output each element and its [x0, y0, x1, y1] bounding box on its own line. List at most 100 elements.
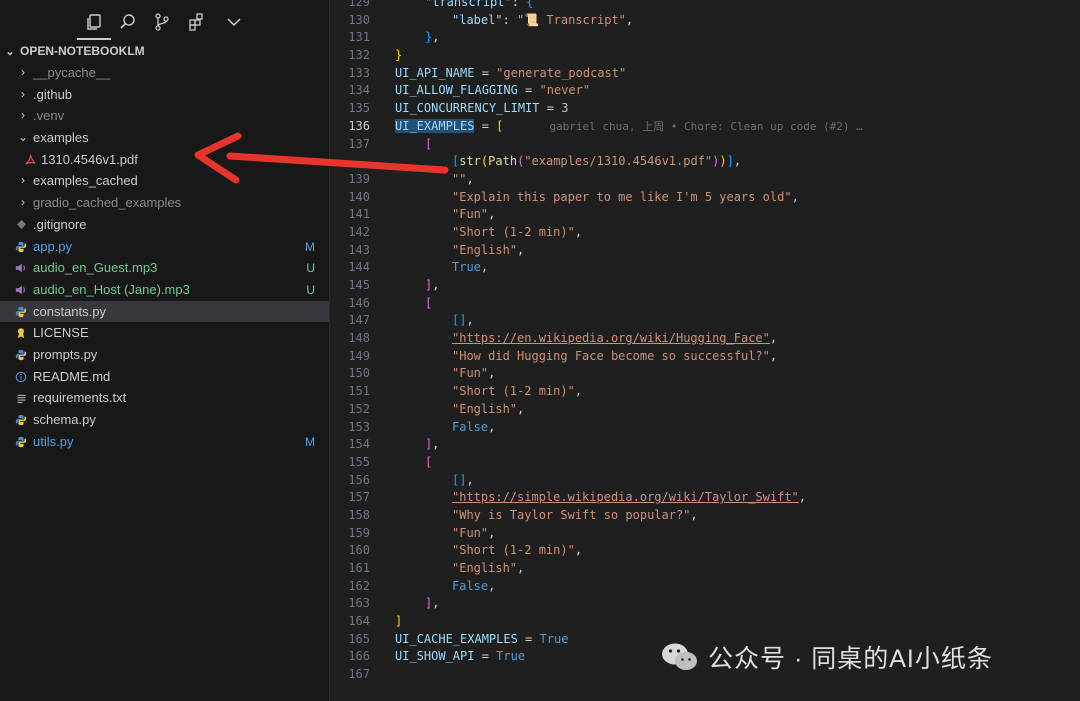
explorer-section-header[interactable]: ⌄ OPEN-NOTEBOOKLM — [0, 41, 329, 61]
code-line: 154], — [330, 436, 1080, 454]
watermark: 公众号 · 同桌的AI小纸条 — [660, 640, 993, 674]
code-token: UI_CONCURRENCY_LIMIT — [395, 101, 540, 116]
code-token: UI_CACHE_EXAMPLES — [395, 631, 518, 646]
code-line: 140 "Explain this paper to me like I'm 5 … — [330, 189, 1080, 207]
code-link[interactable]: "https://simple.wikipedia.org/wiki/Taylo… — [452, 490, 799, 504]
code-token: "Fun" — [452, 366, 489, 381]
info-icon — [14, 370, 28, 384]
license-icon — [14, 326, 28, 340]
code-editor[interactable]: 129 "transcript": { 130 "label": "📜 Transc… — [330, 0, 1080, 701]
line-number: 141 — [348, 207, 370, 222]
files-icon[interactable] — [82, 10, 106, 34]
code-token: "Short (1-2 min)" — [452, 384, 575, 399]
code-token: "Short (1-2 min)" — [452, 543, 575, 558]
line-number: 148 — [348, 331, 370, 346]
line-number: 153 — [348, 419, 370, 434]
extensions-icon[interactable] — [185, 10, 209, 34]
line-number: 149 — [348, 348, 370, 363]
code-token: "English" — [452, 242, 518, 257]
code-line: 132} — [330, 47, 1080, 65]
python-icon — [14, 348, 28, 362]
tree-item-label: __pycache__ — [33, 65, 111, 80]
tree-item-utils-py[interactable]: utils.py M — [0, 431, 329, 453]
tree-item-readme[interactable]: README.md — [0, 366, 329, 388]
python-icon — [14, 435, 28, 449]
code-line: 147 [], — [330, 312, 1080, 330]
tree-item-app-py[interactable]: app.py M — [0, 236, 329, 258]
chevron-right-icon: › — [21, 65, 25, 79]
search-icon[interactable] — [116, 10, 140, 34]
code-token: False — [452, 578, 489, 593]
code-line: 146[ — [330, 295, 1080, 313]
tree-item-label: constants.py — [33, 303, 106, 319]
line-number: 164 — [348, 614, 370, 629]
tree-item-license[interactable]: LICENSE — [0, 322, 329, 344]
audio-icon — [14, 283, 28, 297]
line-number: 143 — [348, 242, 370, 257]
tree-item-audio-host[interactable]: audio_en_Host (Jane).mp3 U — [0, 279, 329, 301]
code-line: 143 "English", — [330, 242, 1080, 260]
code-token: "Fun" — [452, 525, 489, 540]
chevron-down-icon: ⌄ — [5, 45, 15, 58]
code-token: "label" — [452, 12, 503, 27]
code-line: 153 False, — [330, 419, 1080, 437]
code-line: 145], — [330, 277, 1080, 295]
tree-item-gradio-cached[interactable]: › gradio_cached_examples — [0, 192, 329, 214]
code-token: "How did Hugging Face become so successf… — [452, 348, 770, 363]
line-number: 160 — [348, 543, 370, 558]
sidebar-toolbar — [0, 0, 329, 44]
code-token: "Short (1-2 min)" — [452, 224, 575, 239]
active-tab-indicator — [77, 38, 111, 40]
tree-item-schema-py[interactable]: schema.py — [0, 409, 329, 431]
source-control-icon[interactable] — [150, 10, 174, 34]
explorer-sidebar: ⌄ OPEN-NOTEBOOKLM › __pycache__ › .githu… — [0, 0, 330, 701]
code-token: "" — [452, 171, 467, 186]
chevron-down-icon[interactable] — [222, 10, 246, 34]
code-line: 148 "https://en.wikipedia.org/wiki/Huggin… — [330, 330, 1080, 348]
code-line: 158 "Why is Taylor Swift so popular?", — [330, 507, 1080, 525]
line-number: 145 — [348, 278, 370, 292]
tree-item-label: examples_cached — [33, 173, 138, 189]
tree-item-audio-guest[interactable]: audio_en_Guest.mp3 U — [0, 257, 329, 279]
code-token: str — [459, 154, 481, 169]
line-number: 142 — [348, 224, 370, 239]
code-link[interactable]: "https://en.wikipedia.org/wiki/Hugging_F… — [452, 331, 770, 345]
tree-item-label: gradio_cached_examples — [33, 195, 182, 211]
code-line: 133 UI_API_NAME = "generate_podcast" — [330, 65, 1080, 83]
tree-item-label: audio_en_Guest.mp3 — [33, 260, 158, 276]
tree-item-label: examples — [33, 130, 89, 146]
wechat-icon — [662, 643, 697, 670]
line-number: 159 — [348, 525, 370, 540]
tree-item-gitignore[interactable]: .gitignore — [0, 214, 329, 236]
tree-item-label: .gitignore — [33, 216, 87, 232]
code-token: UI_SHOW_API — [395, 649, 475, 664]
tree-item-pycache[interactable]: › __pycache__ — [0, 62, 329, 84]
code-token: "examples/1310.4546v1.pdf" — [524, 154, 713, 169]
code-token: "generate_podcast" — [496, 65, 627, 80]
tree-item-venv[interactable]: › .venv — [0, 105, 329, 127]
line-number: 129 — [348, 0, 370, 9]
code-token: "never" — [539, 83, 591, 98]
code-token: 3 — [561, 101, 569, 116]
code-token: True — [539, 631, 569, 646]
line-number: 144 — [348, 260, 370, 275]
code-token: False — [452, 419, 489, 434]
line-number: 166 — [348, 649, 370, 664]
tree-item-constants-py[interactable]: constants.py — [0, 300, 329, 323]
code-token: "English" — [452, 561, 518, 575]
code-token: True — [496, 649, 526, 664]
code-line: 163], — [330, 595, 1080, 613]
line-number: 132 — [348, 48, 370, 63]
watermark-text: 公众号 · 同桌的AI小纸条 — [708, 645, 993, 673]
line-number: 133 — [348, 65, 370, 80]
tree-item-github[interactable]: › .github — [0, 84, 329, 106]
code-line: 149 "How did Hugging Face become so succe… — [330, 348, 1080, 366]
code-line: 131}, — [330, 29, 1080, 47]
code-token: Path — [488, 154, 518, 169]
tree-item-requirements[interactable]: requirements.txt — [0, 387, 329, 409]
code-line: 151 "Short (1-2 min)", — [330, 383, 1080, 401]
code-line: 135 UI_CONCURRENCY_LIMIT = 3 — [330, 100, 1080, 118]
python-icon — [14, 413, 28, 427]
tree-item-prompts-py[interactable]: prompts.py — [0, 344, 329, 366]
file-tree: › __pycache__ › .github › .venv ⌄ exampl… — [0, 62, 329, 452]
